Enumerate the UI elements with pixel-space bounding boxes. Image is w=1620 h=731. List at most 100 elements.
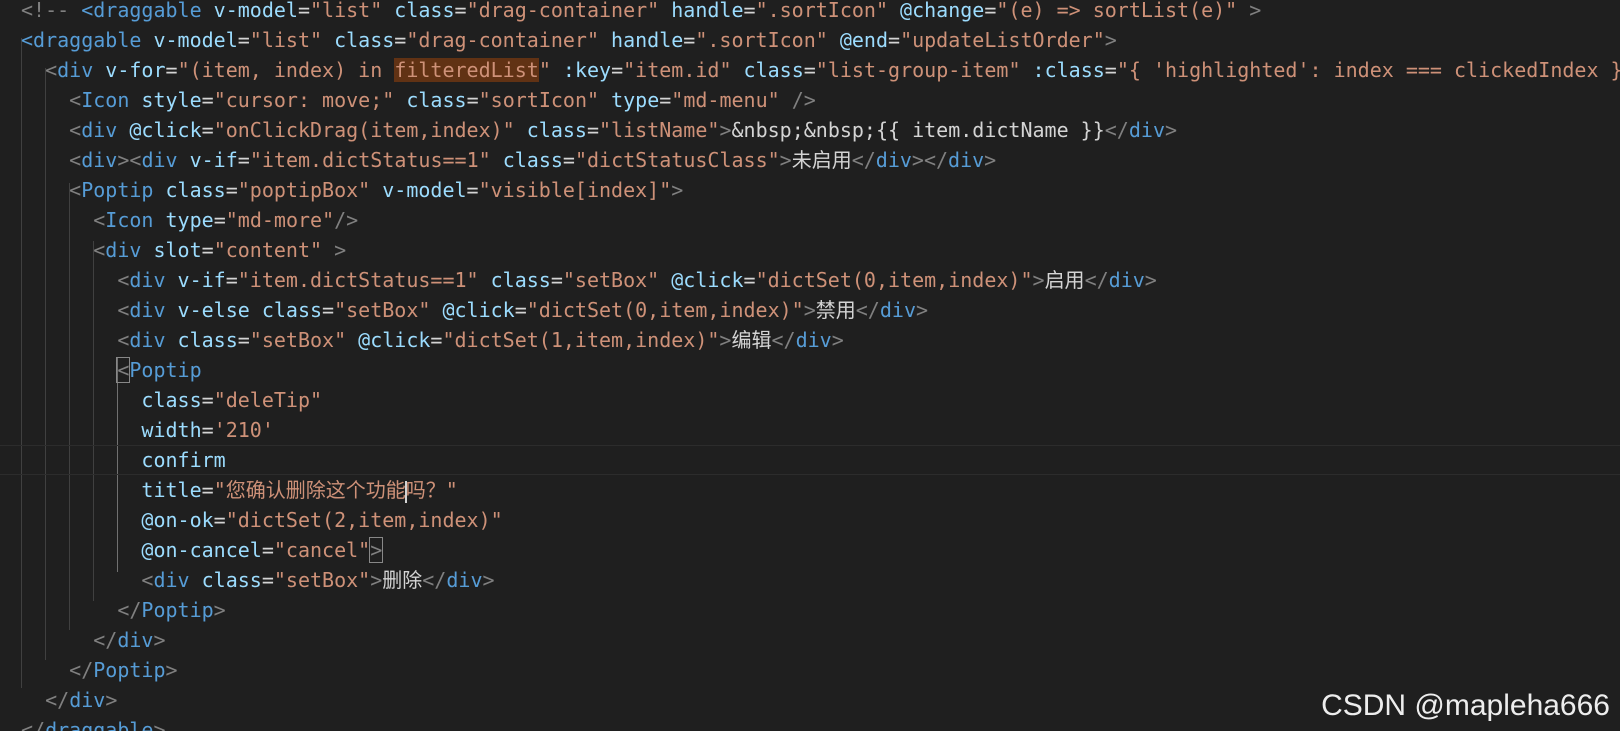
csdn-watermark: CSDN @mapleha666 [1321, 689, 1610, 722]
code-token: <draggable [81, 0, 202, 22]
code-editor[interactable]: <!-- <draggable v-model="list" class="dr… [0, 0, 1620, 731]
code-token: div [105, 238, 142, 262]
code-token: "list" [249, 28, 323, 52]
code-line[interactable]: <!-- <draggable v-model="list" class="dr… [21, 0, 1620, 25]
code-token: > [322, 238, 347, 262]
code-token: "item.id" [623, 58, 732, 82]
code-line[interactable]: <Icon style="cursor: move;" class="sortI… [21, 85, 1620, 115]
code-token: "md-more" [225, 208, 335, 232]
code-token: div [81, 118, 118, 142]
code-token: "setBox" [249, 328, 347, 352]
code-token: handle [659, 0, 744, 22]
code-token: > [1032, 268, 1045, 292]
code-token: = [237, 148, 250, 172]
code-token: < [69, 178, 82, 202]
code-token: "setBox" [334, 298, 431, 322]
code-line[interactable]: title="您确认删除这个功能吗？" [21, 475, 1620, 505]
code-token: </ [855, 298, 880, 322]
code-line[interactable]: <div v-if="item.dictStatus==1" class="se… [21, 265, 1620, 295]
code-token: "drag-container" [406, 28, 599, 52]
code-token: "updateListOrder" [900, 28, 1105, 52]
code-line[interactable]: <div @click="onClickDrag(item,index)" cl… [21, 115, 1620, 145]
code-token: v-if [177, 148, 238, 172]
code-token: v-model [141, 28, 238, 52]
code-token: ></ [911, 148, 949, 172]
code-token: "cursor: move;" [213, 88, 395, 112]
code-token: class [490, 148, 563, 172]
code-line[interactable]: <div class="setBox">删除</div> [21, 565, 1620, 595]
code-token: 吗？" [405, 478, 458, 502]
code-token: = [984, 0, 997, 22]
code-line[interactable]: <div class="setBox" @click="dictSet(1,it… [21, 325, 1620, 355]
code-token: @on-cancel [141, 538, 262, 562]
code-token: > [803, 298, 816, 322]
code-token: > [482, 568, 495, 592]
code-token: = [803, 58, 816, 82]
code-line[interactable]: <Poptip [21, 355, 1620, 385]
code-token: slot [141, 238, 202, 262]
code-token: > [719, 118, 732, 142]
code-token: :key [550, 58, 612, 82]
code-line[interactable]: <div v-else class="setBox" @click="dictS… [21, 295, 1620, 325]
code-token: Poptip [141, 598, 214, 622]
code-token: > [671, 178, 684, 202]
code-token: @click [346, 328, 431, 352]
code-token: v-else [165, 298, 250, 322]
code-token: "dictStatusClass" [574, 148, 780, 172]
code-token: class [249, 298, 323, 322]
code-token: 禁用 [815, 298, 856, 322]
code-token: > [369, 537, 384, 563]
code-token: 编辑 [731, 328, 772, 352]
code-token: class [478, 268, 551, 292]
code-token: "listName" [599, 118, 720, 142]
code-line[interactable]: @on-ok="dictSet(2,item,index)" [21, 505, 1620, 535]
code-token: class [394, 88, 467, 112]
code-token: div [141, 148, 178, 172]
code-token: "poptipBox" [237, 178, 371, 202]
code-line[interactable]: </Poptip> [21, 655, 1620, 685]
code-line[interactable]: <Poptip class="poptipBox" v-model="visib… [21, 175, 1620, 205]
code-token: = [1104, 58, 1117, 82]
code-token: > [831, 328, 844, 352]
code-token: < [117, 298, 130, 322]
code-line[interactable]: class="deleTip" [21, 385, 1620, 415]
code-token: > [165, 658, 178, 682]
code-token: = [430, 328, 443, 352]
code-line[interactable]: @on-cancel="cancel"> [21, 535, 1620, 565]
code-line[interactable]: <Icon type="md-more"/> [21, 205, 1620, 235]
code-line[interactable]: <div><div v-if="item.dictStatus==1" clas… [21, 145, 1620, 175]
code-token: = [201, 478, 214, 502]
code-token: = [454, 0, 467, 22]
code-token: :class [1020, 58, 1105, 82]
code-line[interactable]: <div v-for="(item, index) in filteredLis… [21, 55, 1620, 85]
code-line[interactable]: width='210' [21, 415, 1620, 445]
code-line[interactable]: </div> [21, 625, 1620, 655]
code-line[interactable]: </Poptip> [21, 595, 1620, 625]
code-token: </ [771, 328, 796, 352]
code-token: '210' [213, 418, 274, 442]
code-token: div [153, 568, 190, 592]
code-token: "content" [213, 238, 323, 262]
code-token: "setBox" [562, 268, 660, 292]
code-token: div [879, 298, 916, 322]
code-line[interactable]: <div slot="content" > [21, 235, 1620, 265]
code-token: @end [827, 28, 889, 52]
code-token: </ [117, 598, 142, 622]
code-token: > [370, 568, 383, 592]
code-token: > [213, 598, 226, 622]
code-area[interactable]: <!-- <draggable v-model="list" class="dr… [0, 0, 1620, 731]
code-token: = [165, 58, 178, 82]
code-token: < [45, 58, 58, 82]
code-line[interactable]: confirm [0, 445, 1620, 475]
code-line[interactable]: <draggable v-model="list" class="drag-co… [21, 25, 1620, 55]
code-token: "cancel" [273, 538, 371, 562]
